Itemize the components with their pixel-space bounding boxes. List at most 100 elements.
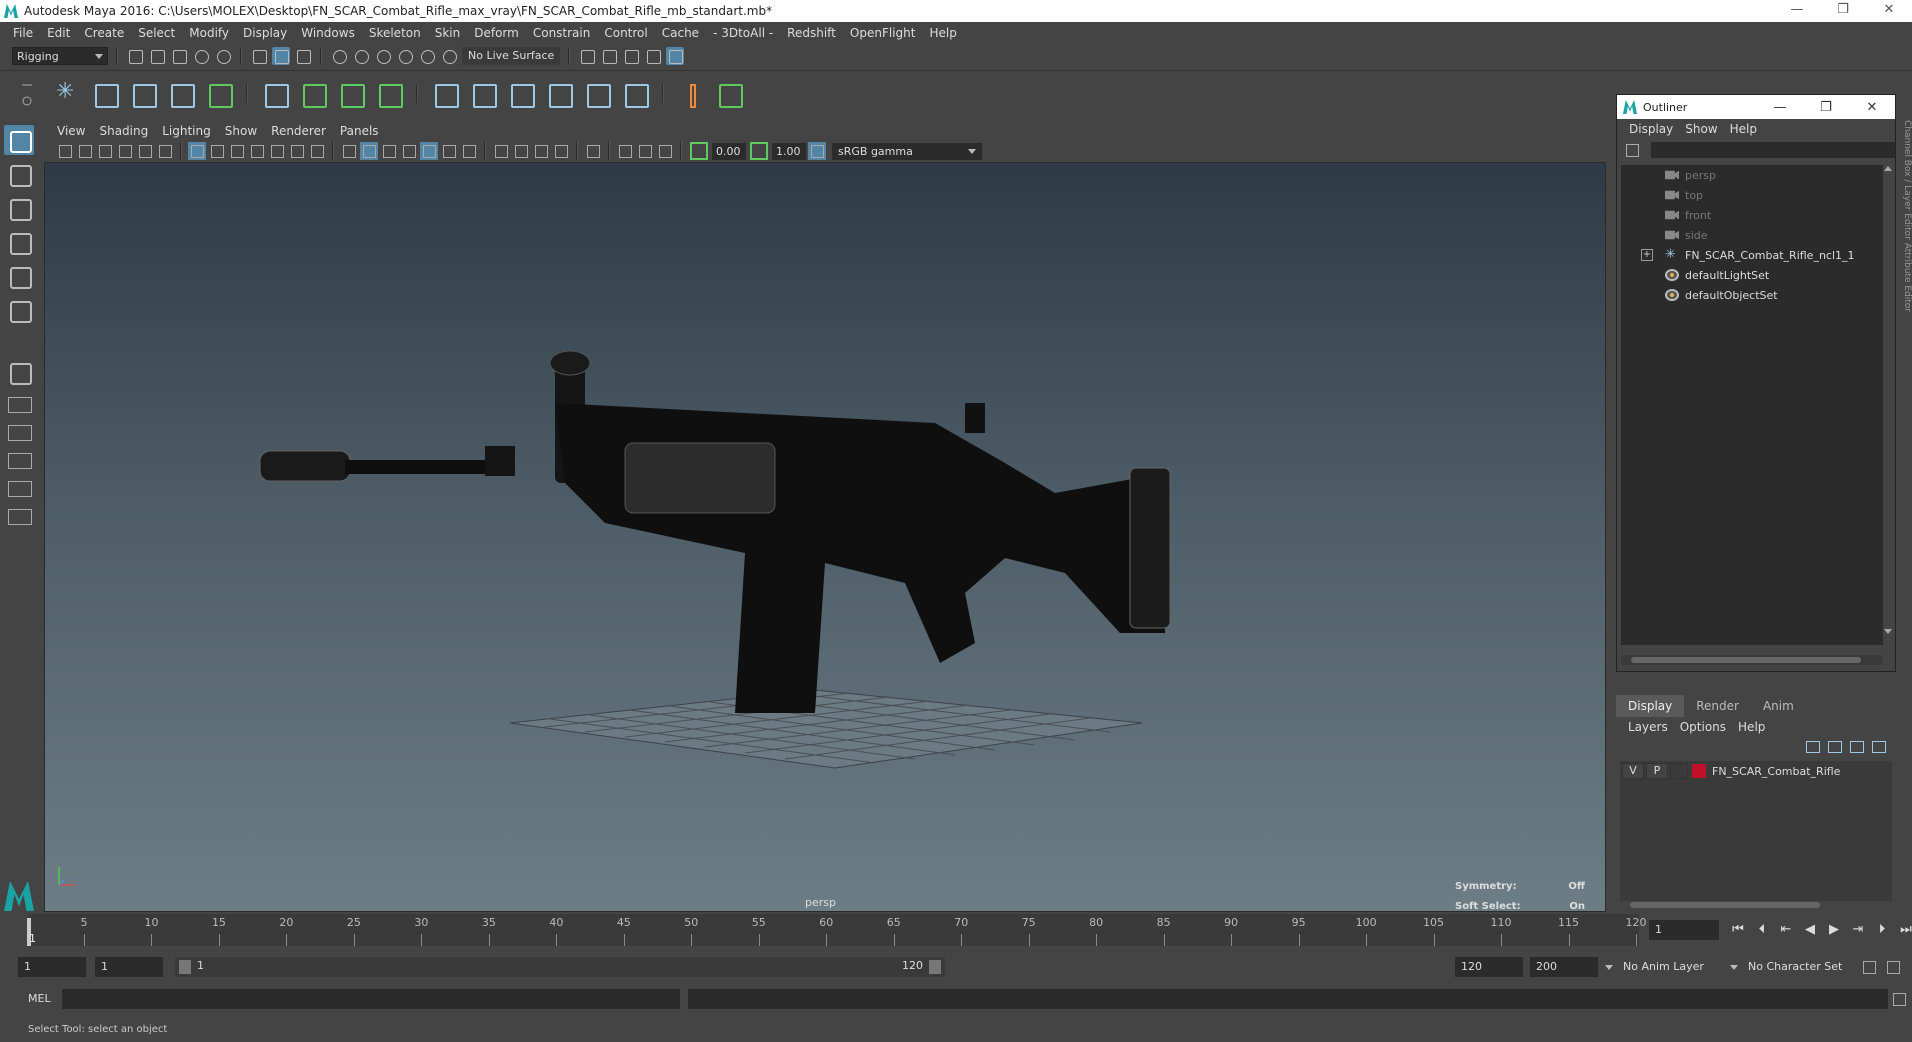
camera-attributes-icon[interactable] — [76, 142, 94, 160]
xray-joints-icon[interactable] — [616, 142, 634, 160]
panel-menu-lighting[interactable]: Lighting — [155, 124, 218, 138]
xray-active-icon[interactable] — [636, 142, 654, 160]
auto-key-icon[interactable] — [1860, 958, 1878, 976]
menu-modify[interactable]: Modify — [182, 26, 236, 40]
four-view-layout-icon[interactable] — [4, 393, 34, 415]
layer-color-swatch[interactable] — [1692, 764, 1706, 778]
render-settings-icon[interactable] — [644, 47, 662, 65]
menu-create[interactable]: Create — [77, 26, 131, 40]
side-panel-tabs[interactable]: Channel Box / Layer Editor Attribute Edi… — [1900, 120, 1912, 380]
resolution-gate-icon[interactable] — [228, 142, 246, 160]
redo-icon[interactable] — [214, 47, 232, 65]
outliner-search-input[interactable] — [1650, 142, 1895, 158]
select-object-icon[interactable] — [272, 47, 290, 65]
undo-icon[interactable] — [192, 47, 210, 65]
shadows-icon[interactable] — [492, 142, 510, 160]
play-forwards-icon[interactable]: ▶ — [1824, 920, 1844, 940]
pole-vector-icon[interactable] — [620, 79, 650, 109]
outliner-item-side[interactable]: side — [1621, 225, 1883, 245]
layer-menu-layers[interactable]: Layers — [1622, 720, 1674, 734]
menu-constrain[interactable]: Constrain — [526, 26, 598, 40]
scrollbar-thumb[interactable] — [1630, 902, 1820, 908]
aim-constraint-icon[interactable] — [582, 79, 612, 109]
paint-weights-icon[interactable] — [298, 79, 328, 109]
new-layer-from-selection-icon[interactable] — [1872, 741, 1886, 753]
menu-select[interactable]: Select — [131, 26, 182, 40]
side-by-side-layout-icon[interactable] — [4, 421, 34, 443]
outliner-item-persp[interactable]: persp — [1621, 165, 1883, 185]
exposure-icon[interactable] — [690, 142, 708, 160]
scale-tool-icon[interactable] — [4, 295, 34, 325]
gate-mask-icon[interactable] — [248, 142, 266, 160]
menu-edit[interactable]: Edit — [40, 26, 77, 40]
range-start-handle[interactable] — [179, 960, 191, 974]
joint-tool-icon[interactable] — [52, 79, 82, 109]
snap-view-icon[interactable] — [396, 47, 414, 65]
ipr-render-icon[interactable] — [622, 47, 640, 65]
menu-display[interactable]: Display — [236, 26, 294, 40]
outliner-minimize-button[interactable]: — — [1757, 100, 1803, 115]
paint-select-icon[interactable] — [4, 193, 34, 223]
menu-help[interactable]: Help — [922, 26, 963, 40]
select-component-icon[interactable] — [294, 47, 312, 65]
command-language-label[interactable]: MEL — [28, 992, 51, 1005]
wireframe-on-shaded-icon[interactable] — [400, 142, 418, 160]
start-time-field[interactable]: 1 — [18, 957, 86, 977]
outliner-menu-show[interactable]: Show — [1679, 122, 1723, 136]
tab-render[interactable]: Render — [1684, 695, 1751, 717]
safe-title-icon[interactable] — [308, 142, 326, 160]
outliner-menu-display[interactable]: Display — [1623, 122, 1679, 136]
panel-menu-shading[interactable]: Shading — [92, 124, 155, 138]
motion-blur-icon[interactable] — [532, 142, 550, 160]
snap-curve-icon[interactable] — [352, 47, 370, 65]
range-slider[interactable]: 1 120 — [175, 957, 945, 977]
menu-deform[interactable]: Deform — [467, 26, 526, 40]
scale-constraint-icon[interactable] — [544, 79, 574, 109]
insert-joint-icon[interactable] — [90, 79, 120, 109]
lasso-tool-icon[interactable] — [4, 159, 34, 189]
scrollbar-thumb[interactable] — [1631, 657, 1861, 663]
move-layer-down-icon[interactable] — [1828, 741, 1842, 753]
shelf-menu-icon[interactable] — [20, 81, 34, 111]
set-driven-key-icon[interactable] — [714, 79, 744, 109]
outliner-item-default-light-set[interactable]: defaultLightSet — [1621, 265, 1883, 285]
gamma-icon[interactable] — [750, 142, 768, 160]
layer-playback-toggle[interactable]: P — [1646, 763, 1668, 779]
orient-constraint-icon[interactable] — [506, 79, 536, 109]
command-input[interactable] — [62, 989, 680, 1009]
two-d-pan-icon[interactable] — [136, 142, 154, 160]
menu-skeleton[interactable]: Skeleton — [362, 26, 428, 40]
snap-surface-icon[interactable] — [418, 47, 436, 65]
range-end-handle[interactable] — [929, 960, 941, 974]
panel-menu-show[interactable]: Show — [218, 124, 264, 138]
anim-layer-dropdown[interactable]: No Anim Layer — [1605, 957, 1735, 977]
persp-outliner-graph-layout-icon[interactable] — [4, 505, 34, 527]
isolate-select-icon[interactable] — [584, 142, 602, 160]
panel-menu-view[interactable]: View — [50, 124, 92, 138]
color-management-icon[interactable] — [808, 142, 826, 160]
tab-anim[interactable]: Anim — [1751, 695, 1806, 717]
render-view-icon[interactable] — [578, 47, 596, 65]
playback-start-field[interactable]: 1 — [95, 957, 163, 977]
render-frame-icon[interactable] — [600, 47, 618, 65]
menu-3dtoall[interactable]: - 3DtoAll - — [706, 26, 780, 40]
new-scene-icon[interactable] — [126, 47, 144, 65]
anti-aliasing-icon[interactable] — [552, 142, 570, 160]
save-scene-icon[interactable] — [170, 47, 188, 65]
select-hierarchy-icon[interactable] — [250, 47, 268, 65]
script-editor-icon[interactable] — [1890, 990, 1908, 1008]
time-ruler[interactable]: 1 5 10 15 20 25 30 35 40 45 50 55 60 65 70 75 80 85 90 95 1… — [27, 914, 1647, 946]
close-button[interactable]: ✕ — [1866, 0, 1912, 22]
go-to-start-icon[interactable]: ⏮ — [1728, 920, 1748, 940]
menu-windows[interactable]: Windows — [294, 26, 362, 40]
move-tool-icon[interactable] — [4, 227, 34, 257]
image-plane-icon[interactable] — [116, 142, 134, 160]
panel-menu-renderer[interactable]: Renderer — [264, 124, 333, 138]
safe-action-icon[interactable] — [288, 142, 306, 160]
step-back-frame-icon[interactable]: ⏴ — [1752, 920, 1772, 940]
set-key-icon[interactable] — [676, 79, 706, 109]
outliner-vertical-scrollbar[interactable] — [1883, 165, 1893, 635]
outliner-item-top[interactable]: top — [1621, 185, 1883, 205]
default-material-icon[interactable] — [380, 142, 398, 160]
minimize-button[interactable]: — — [1774, 0, 1820, 22]
